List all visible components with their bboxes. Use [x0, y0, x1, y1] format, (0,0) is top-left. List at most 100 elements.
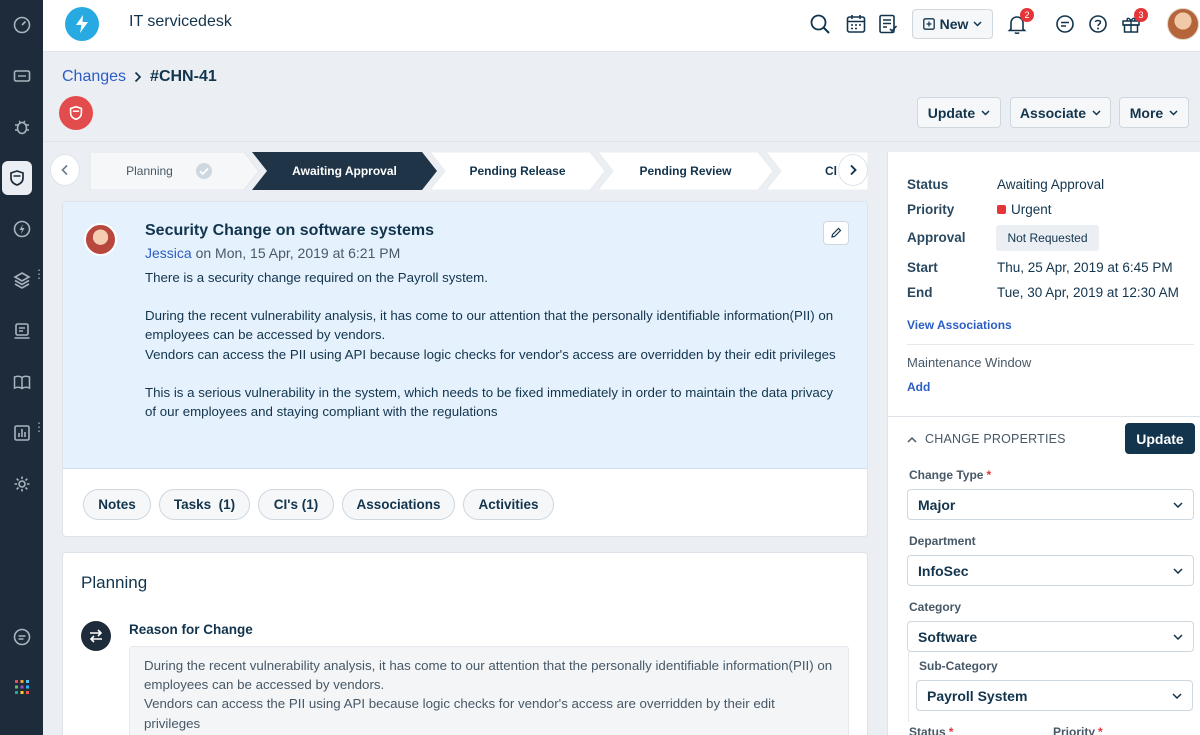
new-button[interactable]: New: [912, 9, 993, 39]
breadcrumb-changes-link[interactable]: Changes: [62, 68, 126, 86]
reports-more-icon[interactable]: ⋮: [33, 421, 45, 433]
step-planning-label: Planning: [126, 164, 173, 178]
pencil-icon: [831, 227, 842, 238]
notifications-bell-icon[interactable]: 2: [1004, 8, 1034, 37]
priority-value: Urgent: [997, 202, 1052, 217]
status-stepper: Planning Awaiting Approval Pending Relea…: [62, 152, 868, 190]
changes-shield-icon[interactable]: [2, 161, 32, 195]
gift-badge: 3: [1134, 8, 1148, 22]
dashboard-icon[interactable]: [0, 7, 43, 43]
calendar-icon[interactable]: [843, 11, 869, 37]
chat-bubble-icon[interactable]: [1052, 11, 1078, 37]
change-type-label-text: Change Type: [909, 468, 984, 482]
properties-update-button[interactable]: Update: [1125, 423, 1195, 454]
solutions-book-icon[interactable]: [0, 364, 43, 400]
user-avatar[interactable]: [1167, 8, 1199, 40]
category-select[interactable]: Software: [907, 621, 1194, 652]
change-type-value: Major: [918, 496, 956, 513]
category-value: Software: [918, 628, 978, 645]
step-planning[interactable]: Planning: [102, 152, 237, 190]
details-side-panel: Status Awaiting Approval Priority Urgent…: [887, 152, 1200, 735]
change-subject: Security Change on software systems: [145, 222, 434, 239]
gift-icon[interactable]: 3: [1118, 8, 1148, 37]
approval-status-badge: Not Requested: [996, 225, 1099, 251]
sub-category-select[interactable]: Payroll System: [916, 680, 1193, 711]
change-properties-toggle[interactable]: CHANGE PROPERTIES: [907, 432, 1066, 446]
step-pending-review[interactable]: Pending Review: [613, 152, 758, 190]
priority-value-text: Urgent: [1011, 202, 1052, 217]
stepper-prev-button[interactable]: [50, 154, 80, 186]
start-value: Thu, 25 Apr, 2019 at 6:45 PM: [997, 260, 1173, 275]
admin-gear-icon[interactable]: [0, 466, 43, 502]
check-circle-icon: [195, 163, 212, 179]
plus-square-icon: [922, 18, 935, 30]
department-label: Department: [909, 534, 976, 548]
stepper-next-button[interactable]: [838, 154, 868, 186]
top-bar: IT servicedesk New 2 3: [43, 0, 1200, 52]
tab-associations[interactable]: Associations: [342, 489, 455, 520]
urgent-indicator: [997, 205, 1006, 214]
required-asterisk: *: [948, 725, 954, 735]
property-status-label-text: Status: [909, 725, 946, 735]
tasks-checklist-icon[interactable]: [875, 11, 901, 37]
department-select[interactable]: InfoSec: [907, 555, 1194, 586]
department-value: InfoSec: [918, 562, 969, 579]
chevron-down-icon: [1173, 567, 1183, 574]
tab-cis[interactable]: CI's (1): [258, 489, 334, 520]
requester-link[interactable]: Jessica: [145, 245, 192, 261]
assets-more-icon[interactable]: ⋮: [33, 268, 45, 280]
freshservice-logo-icon[interactable]: [65, 7, 99, 41]
more-dropdown-button[interactable]: More: [1119, 97, 1189, 128]
app-title: IT servicedesk: [129, 13, 232, 30]
service-catalog-icon[interactable]: [0, 313, 43, 349]
step-pending-release[interactable]: Pending Release: [445, 152, 590, 190]
change-type-label: Change Type *: [909, 468, 991, 482]
change-type-select[interactable]: Major: [907, 489, 1194, 520]
chevron-right-icon: [134, 71, 142, 83]
required-asterisk: *: [986, 468, 992, 482]
chevron-down-icon: [1173, 501, 1183, 508]
requester-meta: Jessica on Mon, 15 Apr, 2019 at 6:21 PM: [145, 245, 400, 261]
tab-tasks[interactable]: Tasks (1): [159, 489, 250, 520]
header-divider: [43, 141, 1200, 142]
start-label: Start: [907, 260, 938, 275]
property-status-label: Status *: [909, 725, 953, 735]
releases-bolt-icon[interactable]: [0, 211, 43, 247]
maintenance-add-link[interactable]: Add: [907, 380, 930, 394]
left-nav-rail: ⋮ ⋮: [0, 0, 45, 735]
new-button-label: New: [939, 16, 969, 32]
approval-label: Approval: [907, 230, 966, 245]
breadcrumb-current-id: #CHN-41: [150, 68, 217, 85]
panel-section-divider: [888, 416, 1200, 417]
associate-dropdown-button[interactable]: Associate: [1010, 97, 1111, 128]
property-priority-label-text: Priority: [1053, 725, 1096, 735]
update-dropdown-button[interactable]: Update: [917, 97, 1001, 128]
chevron-left-icon: [61, 164, 68, 176]
breadcrumb: Changes #CHN-41: [62, 68, 217, 86]
description-paragraph: This is a serious vulnerability in the s…: [145, 384, 834, 420]
chat-icon[interactable]: [0, 619, 43, 655]
notifications-badge: 2: [1020, 8, 1034, 22]
end-value: Tue, 30 Apr, 2019 at 12:30 AM: [997, 285, 1179, 300]
description-body: There is a security change required on t…: [145, 268, 845, 440]
maintenance-window-label: Maintenance Window: [907, 355, 1032, 370]
sub-category-label: Sub-Category: [919, 659, 998, 673]
view-associations-link[interactable]: View Associations: [907, 318, 1012, 332]
search-icon[interactable]: [807, 11, 833, 37]
associate-dropdown-label: Associate: [1019, 104, 1087, 121]
reason-swap-icon: [81, 621, 111, 651]
more-dropdown-label: More: [1129, 104, 1164, 121]
step-awaiting-approval[interactable]: Awaiting Approval: [267, 152, 422, 190]
tickets-icon[interactable]: [0, 58, 43, 94]
step-pending-release-label: Pending Release: [469, 164, 566, 178]
priority-label: Priority: [907, 202, 955, 217]
chevron-down-icon: [973, 21, 982, 27]
edit-description-button[interactable]: [823, 221, 849, 245]
author-avatar: [84, 223, 117, 256]
problems-bug-icon[interactable]: [0, 109, 43, 145]
app-switcher-grid-icon[interactable]: [0, 669, 43, 705]
tab-activities[interactable]: Activities: [463, 489, 554, 520]
tab-notes[interactable]: Notes: [83, 489, 151, 520]
status-label: Status: [907, 177, 949, 192]
help-icon[interactable]: [1085, 11, 1111, 37]
